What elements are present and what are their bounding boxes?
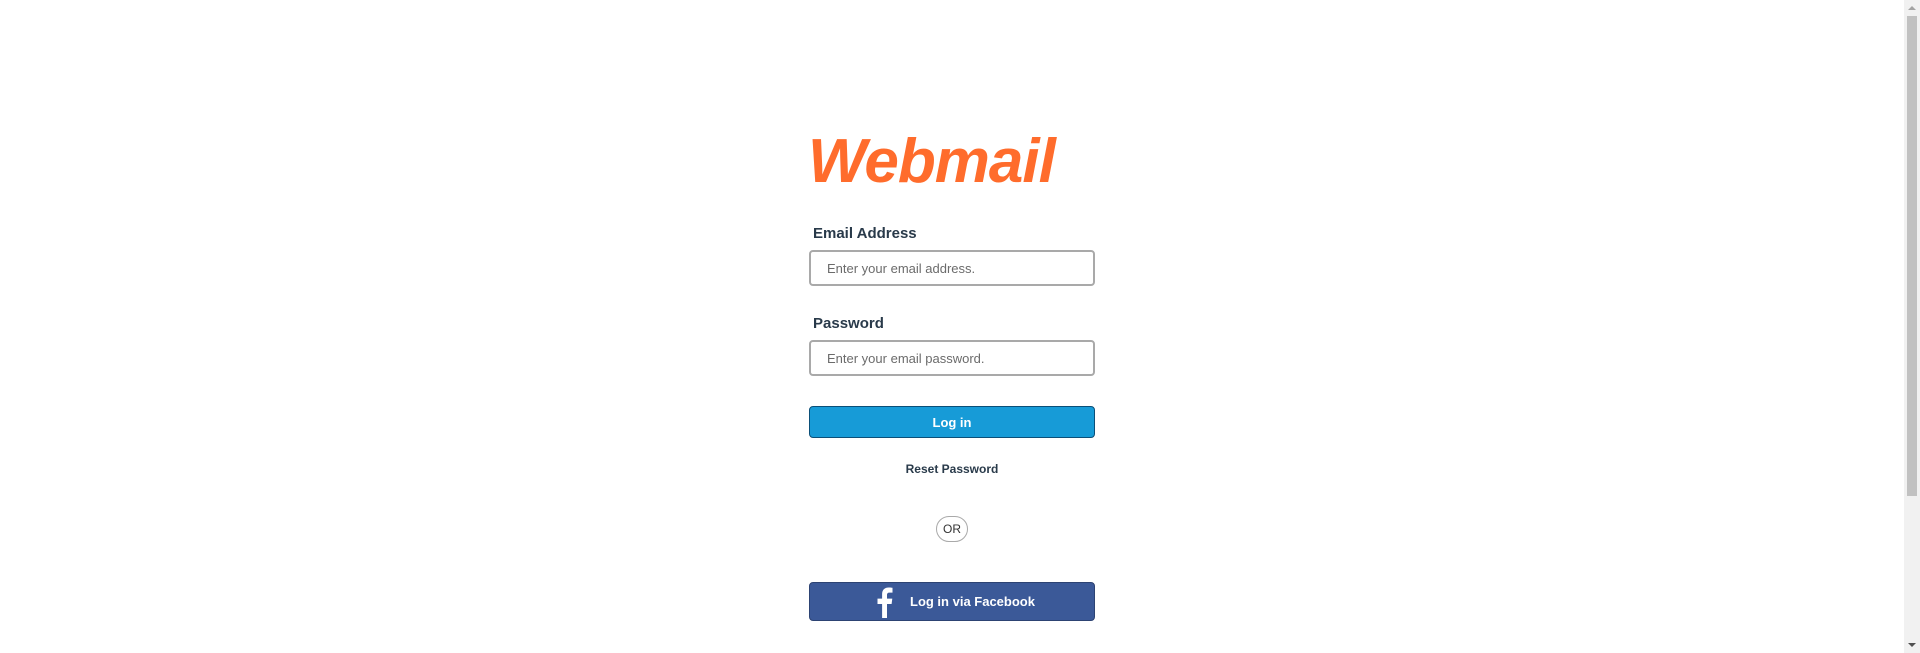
scrollbar-thumb[interactable] [1907,16,1917,496]
facebook-icon [877,587,893,618]
or-divider: OR [809,516,1095,542]
reset-password-link[interactable]: Reset Password [809,462,1095,476]
svg-text:Webmail: Webmail [808,128,1058,192]
login-button[interactable]: Log in [809,406,1095,438]
login-form: Webmail Email Address Password Log in Re… [808,128,1096,621]
email-label: Email Address [813,225,917,242]
facebook-login-button[interactable]: Log in via Facebook [809,582,1095,621]
facebook-login-label: Log in via Facebook [910,594,1035,609]
or-badge: OR [936,516,968,542]
password-label: Password [813,315,884,332]
password-field[interactable] [809,340,1095,376]
vertical-scrollbar[interactable] [1904,0,1920,653]
webmail-logo: Webmail [808,128,1059,192]
chevron-down-icon[interactable] [1904,637,1920,653]
email-field[interactable] [809,250,1095,286]
chevron-up-icon[interactable] [1904,0,1920,16]
login-page: Webmail Email Address Password Log in Re… [0,0,1904,653]
